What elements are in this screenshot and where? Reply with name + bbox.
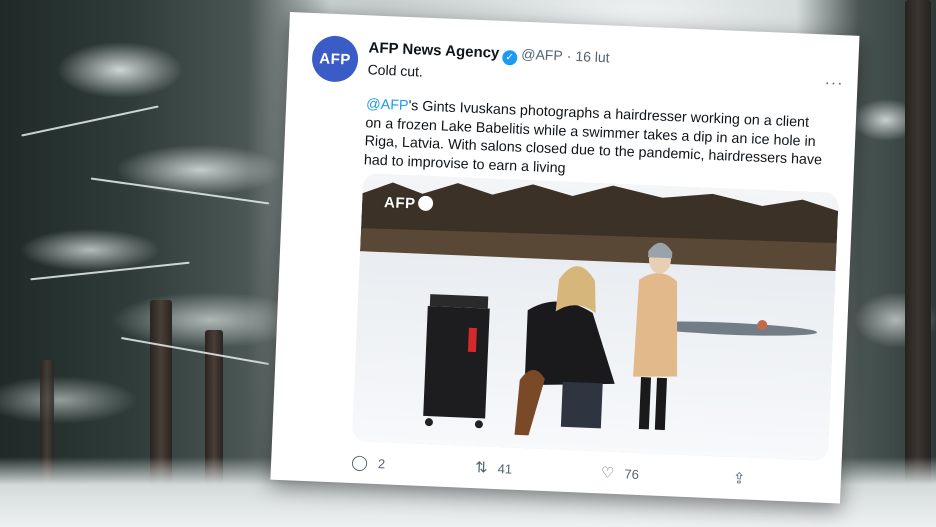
reply-button[interactable]: ◯ 2	[351, 453, 386, 472]
share-icon: ⇪	[732, 469, 746, 488]
retweet-button[interactable]: ⇅ 41	[475, 458, 513, 478]
tweet-header: AFP News Agency ✓ @AFP · 16 lut	[368, 39, 838, 79]
photo-hairdresser-coat	[633, 273, 678, 377]
avatar[interactable]: AFP	[311, 34, 360, 83]
separator-dot: ·	[566, 47, 572, 64]
photo-watermark: AFP	[384, 194, 433, 213]
heart-icon: ♡	[600, 464, 615, 482]
tweet-photo[interactable]: AFP	[352, 173, 839, 461]
reply-icon: ◯	[350, 453, 369, 472]
tree-trunk	[905, 0, 931, 527]
display-name[interactable]: AFP News Agency	[368, 39, 499, 61]
photo-scene	[352, 173, 839, 461]
photo-client-legs	[560, 381, 603, 429]
user-handle[interactable]: @AFP	[521, 46, 563, 64]
photo-hair-cart	[423, 306, 490, 419]
tweet-card[interactable]: AFP AFP News Agency ✓ @AFP · 16 lut ··· Cold…	[270, 12, 860, 504]
tweet-text: Cold cut.	[367, 61, 424, 80]
retweet-icon: ⇅	[474, 459, 489, 477]
like-count: 76	[624, 465, 640, 482]
verified-badge-icon: ✓	[501, 49, 518, 66]
quoted-tweet-text: @AFP's Gints Ivuskans photographs a hair…	[363, 95, 826, 188]
share-button[interactable]: ⇪	[732, 469, 755, 488]
retweet-count: 41	[497, 460, 513, 477]
reply-count: 2	[377, 455, 386, 471]
more-options-icon[interactable]: ···	[824, 74, 844, 93]
mention-link[interactable]: @AFP	[366, 96, 409, 114]
like-button[interactable]: ♡ 76	[601, 463, 640, 483]
tweet-date[interactable]: 16 lut	[575, 48, 610, 65]
quoted-tweet-body: 's Gints Ivuskans photographs a hairdres…	[363, 98, 823, 177]
